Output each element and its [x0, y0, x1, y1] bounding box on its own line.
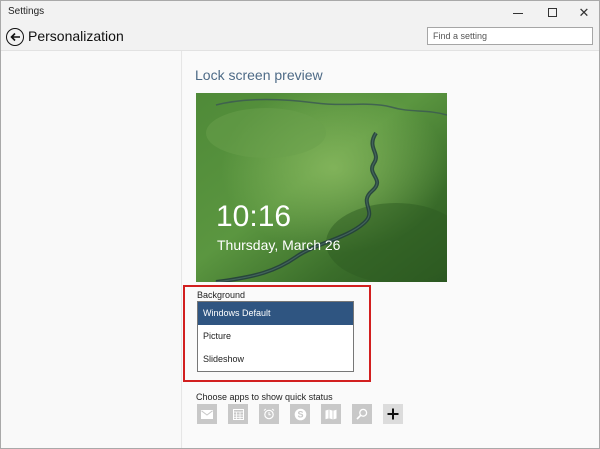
- background-dropdown[interactable]: Windows Default Picture Slideshow: [197, 301, 354, 372]
- lock-screen-time: 10:16: [216, 200, 292, 233]
- lock-screen-preview: 10:16 Thursday, March 26: [196, 93, 447, 282]
- minimize-button[interactable]: [501, 1, 535, 23]
- settings-window: Settings ✕ Personalization Lock screen p…: [0, 0, 600, 449]
- back-arrow-icon: [9, 32, 20, 42]
- section-title: Lock screen preview: [195, 67, 323, 83]
- landscape-image: [196, 93, 447, 282]
- quick-status-maps[interactable]: [321, 404, 341, 424]
- content-area: Lock screen preview 10:16 Thursday, Marc…: [183, 51, 599, 448]
- maximize-icon: [547, 7, 557, 17]
- header-bar: Personalization: [1, 23, 599, 51]
- search-icon: [356, 408, 368, 420]
- quick-status-skype[interactable]: S: [290, 404, 310, 424]
- svg-text:S: S: [297, 409, 303, 419]
- background-option-slideshow[interactable]: Slideshow: [198, 348, 353, 371]
- skype-icon: S: [294, 408, 306, 420]
- quick-status-apps: S: [197, 404, 403, 424]
- page-title: Personalization: [28, 28, 124, 44]
- navigation-pane: [1, 51, 182, 448]
- alarm-icon: [263, 408, 275, 420]
- quick-status-calendar[interactable]: [228, 404, 248, 424]
- title-bar: Settings ✕: [1, 1, 599, 23]
- close-button[interactable]: ✕: [567, 1, 599, 23]
- quick-status-mail[interactable]: [197, 404, 217, 424]
- quick-status-alarms[interactable]: [259, 404, 279, 424]
- background-option-windows-default[interactable]: Windows Default: [198, 302, 353, 325]
- window-title: Settings: [8, 6, 45, 17]
- add-icon: [387, 408, 399, 420]
- lock-screen-date: Thursday, March 26: [217, 237, 341, 253]
- background-option-picture[interactable]: Picture: [198, 325, 353, 348]
- search-input[interactable]: [427, 27, 593, 45]
- calendar-icon: [232, 408, 244, 420]
- quick-status-add-button[interactable]: [383, 404, 403, 424]
- mail-icon: [201, 409, 213, 419]
- background-label: Background: [197, 290, 246, 300]
- quick-status-label: Choose apps to show quick status: [196, 392, 333, 402]
- minimize-icon: [513, 12, 523, 14]
- maximize-button[interactable]: [535, 1, 569, 23]
- quick-status-search[interactable]: [352, 404, 372, 424]
- close-icon: ✕: [578, 4, 590, 20]
- back-button[interactable]: [6, 28, 24, 46]
- maps-icon: [325, 409, 337, 419]
